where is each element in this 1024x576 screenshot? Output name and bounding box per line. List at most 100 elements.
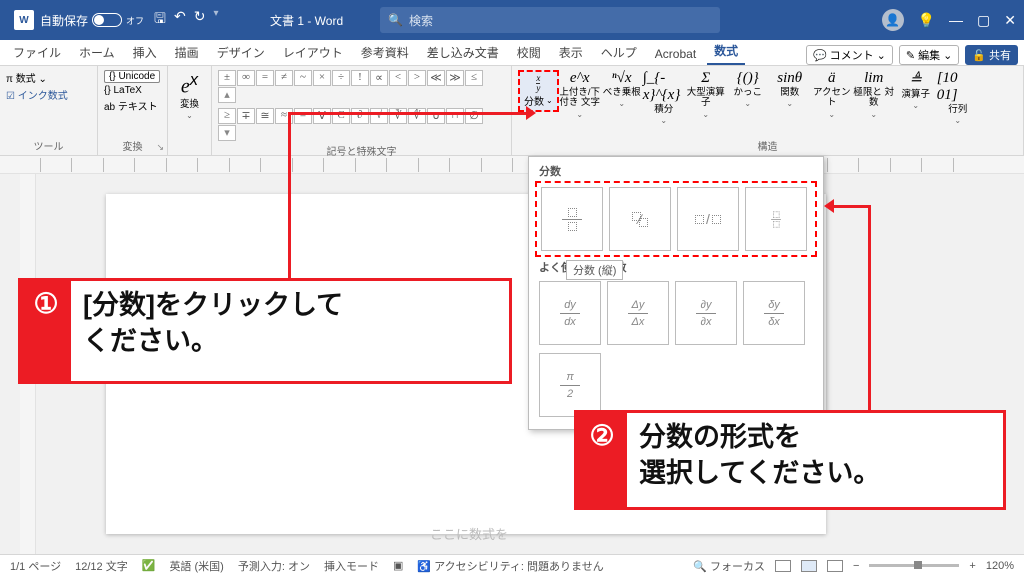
- common-fraction[interactable]: ∂y∂x: [675, 281, 737, 345]
- symbol-cell[interactable]: ≪: [427, 70, 445, 86]
- symbol-cell[interactable]: =: [256, 70, 274, 86]
- common-fraction[interactable]: ΔyΔx: [607, 281, 669, 345]
- zoom-level[interactable]: 120%: [986, 560, 1014, 572]
- symbol-grid[interactable]: ±∞=≠~×÷!∝<>≪≫≤▴: [218, 70, 483, 103]
- status-language[interactable]: 英語 (米国): [169, 558, 223, 574]
- save-icon[interactable]: 🖫: [154, 8, 166, 32]
- tab-review[interactable]: 校閲: [510, 40, 548, 65]
- symbol-cell[interactable]: ∞: [237, 70, 255, 86]
- status-page[interactable]: 1/1 ページ: [10, 558, 61, 574]
- zoom-out[interactable]: −: [853, 560, 859, 572]
- symbol-cell[interactable]: ÷: [332, 70, 350, 86]
- symbol-cell[interactable]: √: [370, 108, 388, 124]
- common-fraction[interactable]: dydx: [539, 281, 601, 345]
- window-close[interactable]: ✕: [1004, 12, 1016, 29]
- status-macro-icon[interactable]: ▣: [393, 559, 403, 572]
- structure-button[interactable]: {()}かっこ⌄: [727, 70, 769, 108]
- symbol-cell[interactable]: ∂: [351, 108, 369, 124]
- view-web-icon[interactable]: [827, 560, 843, 572]
- fraction-skewed[interactable]: ∕: [609, 187, 671, 251]
- view-print-icon[interactable]: [801, 560, 817, 572]
- text-button[interactable]: ab テキスト: [104, 98, 160, 113]
- fraction-linear[interactable]: /: [677, 187, 739, 251]
- zoom-in[interactable]: +: [969, 560, 975, 572]
- structure-button[interactable]: ∫_{-x}^{x}積分⌄: [643, 70, 685, 125]
- symbol-cell[interactable]: ∓: [237, 108, 255, 124]
- autosave[interactable]: 自動保存 オフ: [40, 12, 144, 29]
- tab-draw[interactable]: 描画: [168, 40, 206, 65]
- structure-button[interactable]: Σ大型演算子⌄: [685, 70, 727, 119]
- ink-eq-check[interactable]: ☑ インク数式: [6, 87, 68, 102]
- symbol-cell[interactable]: ∩: [446, 108, 464, 124]
- symbol-cell[interactable]: ≡: [294, 108, 312, 124]
- symbol-scroll-down[interactable]: ▾: [218, 125, 236, 141]
- symbol-cell[interactable]: ≅: [256, 108, 274, 124]
- symbol-cell[interactable]: <: [389, 70, 407, 86]
- user-avatar[interactable]: 👤: [882, 9, 904, 31]
- symbol-cell[interactable]: ∜: [408, 108, 426, 124]
- tab-view[interactable]: 表示: [552, 40, 590, 65]
- autosave-toggle[interactable]: [92, 13, 122, 27]
- fraction-pi-over-2[interactable]: π2: [539, 353, 601, 417]
- qat-more[interactable]: ▾: [213, 8, 218, 32]
- symbol-cell[interactable]: ≤: [465, 70, 483, 86]
- symbol-cell[interactable]: ∪: [427, 108, 445, 124]
- symbol-cell[interactable]: ≫: [446, 70, 464, 86]
- symbol-cell[interactable]: ∀: [313, 108, 331, 124]
- symbol-cell[interactable]: ∛: [389, 108, 407, 124]
- structure-button[interactable]: sinθ関数⌄: [769, 70, 811, 108]
- tab-home[interactable]: ホーム: [72, 40, 122, 65]
- symbol-cell[interactable]: ∅: [465, 108, 483, 124]
- zoom-slider[interactable]: [869, 564, 959, 567]
- status-words[interactable]: 12/12 文字: [75, 558, 128, 574]
- tab-acrobat[interactable]: Acrobat: [648, 43, 703, 65]
- unicode-button[interactable]: {} Unicode: [104, 70, 160, 83]
- undo-icon[interactable]: ↶: [174, 8, 186, 32]
- latex-button[interactable]: {} LaTeX: [104, 85, 160, 96]
- tab-mailings[interactable]: 差し込み文書: [420, 40, 506, 65]
- edit-mode-button[interactable]: ✎ 編集 ⌄: [899, 45, 959, 65]
- status-accessibility[interactable]: ♿ アクセシビリティ: 問題ありません: [417, 558, 603, 574]
- fraction-small[interactable]: [745, 187, 807, 251]
- structure-button[interactable]: e^x上付き/下付き 文字⌄: [559, 70, 601, 119]
- symbol-cell[interactable]: !: [351, 70, 369, 86]
- comments-button[interactable]: 💬 コメント ⌄: [806, 45, 893, 65]
- status-predict[interactable]: 予測入力: オン: [238, 558, 310, 574]
- symbol-cell[interactable]: ×: [313, 70, 331, 86]
- tab-insert[interactable]: 挿入: [126, 40, 164, 65]
- symbol-cell[interactable]: ≠: [275, 70, 293, 86]
- lightbulb-icon[interactable]: 💡: [918, 12, 935, 29]
- symbol-cell[interactable]: ~: [294, 70, 312, 86]
- eq-button[interactable]: π 数式 ⌄: [6, 70, 68, 85]
- structure-button[interactable]: ≜演算子⌄: [895, 70, 937, 110]
- view-read-icon[interactable]: [775, 560, 791, 572]
- status-spellcheck-icon[interactable]: ✅: [142, 559, 156, 572]
- share-button[interactable]: 🔓 共有: [965, 45, 1018, 65]
- tab-equation[interactable]: 数式: [707, 38, 745, 65]
- structure-button[interactable]: lim極限と 対数⌄: [853, 70, 895, 119]
- redo-icon[interactable]: ↻: [194, 8, 206, 32]
- symbol-cell[interactable]: ±: [218, 70, 236, 86]
- tab-layout[interactable]: レイアウト: [276, 40, 350, 65]
- symbol-scroll-up[interactable]: ▴: [218, 87, 236, 103]
- status-focus[interactable]: 🔍 フォーカス: [693, 558, 765, 574]
- equation-placeholder[interactable]: ここに数式を: [430, 524, 508, 543]
- status-insert[interactable]: 挿入モード: [324, 558, 379, 574]
- convert-launcher[interactable]: ↘: [156, 142, 164, 153]
- convert-bigbutton[interactable]: ex 変換 ⌄: [174, 70, 205, 120]
- symbol-cell[interactable]: >: [408, 70, 426, 86]
- tab-design[interactable]: デザイン: [210, 40, 272, 65]
- tab-help[interactable]: ヘルプ: [594, 40, 644, 65]
- window-maximize[interactable]: ▢: [977, 12, 990, 29]
- tab-file[interactable]: ファイル: [6, 40, 68, 65]
- structure-button[interactable]: äアクセント⌄: [811, 70, 853, 119]
- tab-references[interactable]: 参考資料: [354, 40, 416, 65]
- search-box[interactable]: 🔍 検索: [380, 7, 720, 33]
- symbol-cell[interactable]: ≥: [218, 108, 236, 124]
- common-fraction[interactable]: δyδx: [743, 281, 805, 345]
- structure-button[interactable]: ⁿ√xべき乗根⌄: [601, 70, 643, 108]
- horizontal-ruler[interactable]: [0, 156, 1024, 174]
- fraction-stacked[interactable]: [541, 187, 603, 251]
- fraction-button[interactable]: x y 分数⌄: [518, 70, 559, 112]
- window-minimize[interactable]: —: [949, 12, 963, 28]
